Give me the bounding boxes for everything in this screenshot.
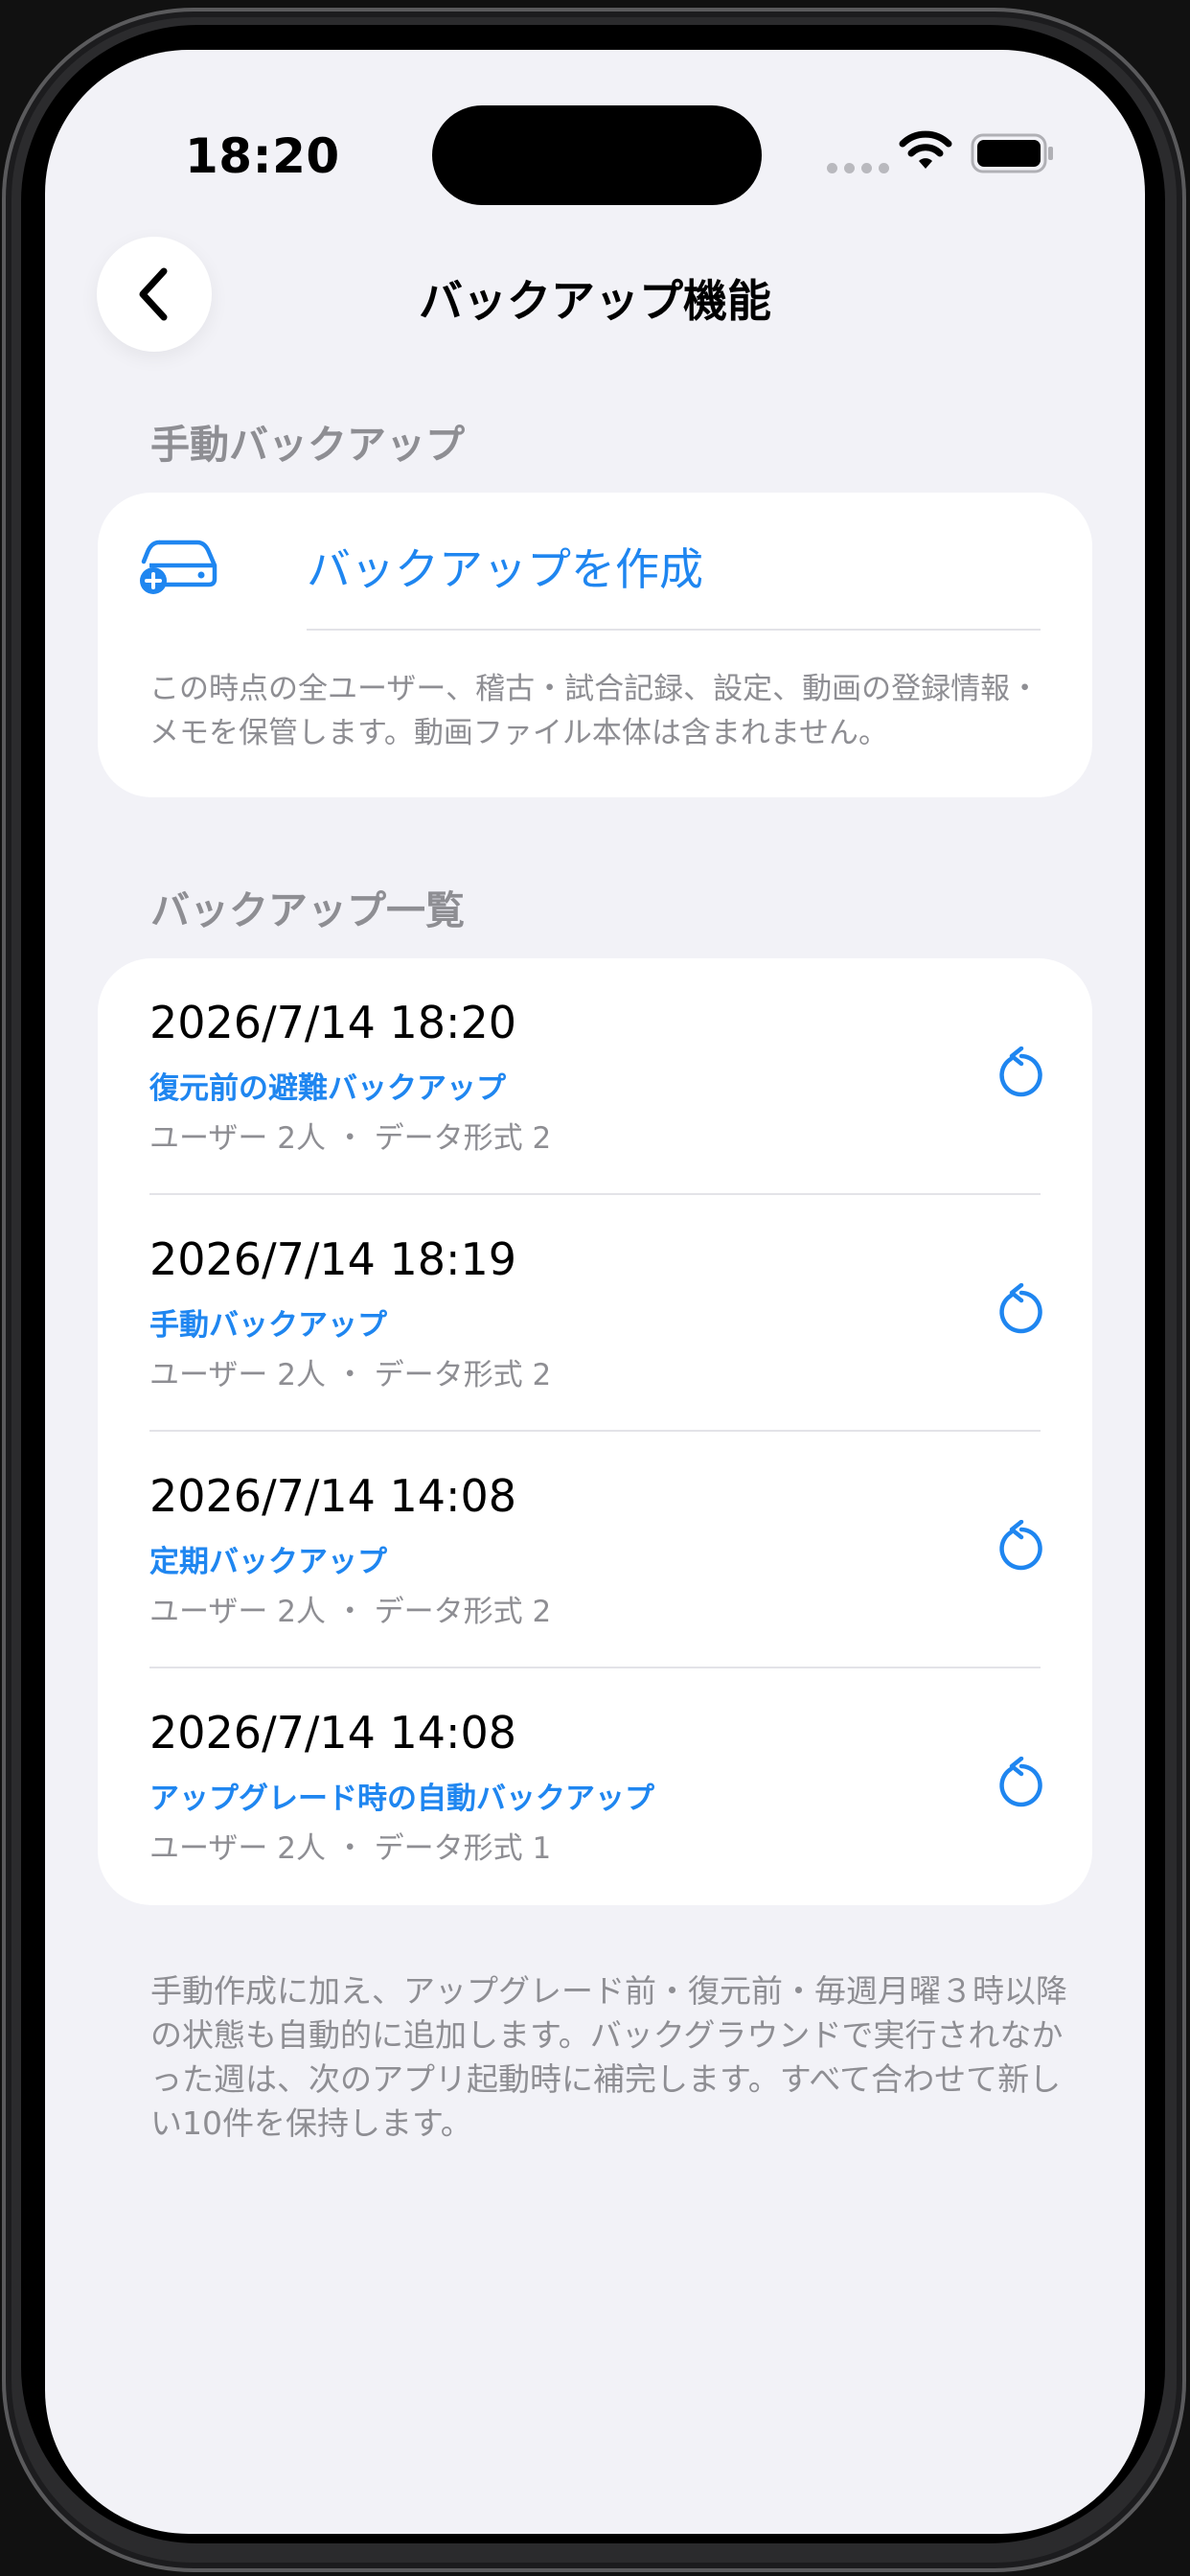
status-time: 18:20 xyxy=(185,128,340,184)
device: 18:20 バックアップ機能 手動バックアップ バックアップを作成 この時点の全… xyxy=(0,0,1190,2576)
manual-backup-description: この時点の全ユーザー、稽古・試合記録、設定、動画の登録情報・メモを保管します。動… xyxy=(149,672,1041,750)
backup-meta: ユーザー 2人 ・ データ形式 2 xyxy=(149,1358,552,1392)
backup-datetime: 2026/7/14 18:20 xyxy=(149,997,517,1048)
restore-icon[interactable] xyxy=(995,1283,1044,1337)
drive-plus-icon xyxy=(140,540,217,594)
divider xyxy=(307,629,1041,631)
battery-icon xyxy=(971,133,1053,173)
restore-icon[interactable] xyxy=(995,1046,1044,1100)
screen: 18:20 バックアップ機能 手動バックアップ バックアップを作成 この時点の全… xyxy=(45,50,1145,2534)
manual-backup-header: 手動バックアップ xyxy=(150,422,465,468)
backup-list-item[interactable]: 2026/7/14 18:19 手動バックアップ ユーザー 2人 ・ データ形式… xyxy=(98,1195,1092,1432)
backup-list-header: バックアップ一覧 xyxy=(150,887,465,933)
backup-type: 定期バックアップ xyxy=(149,1545,387,1579)
page-title: バックアップ機能 xyxy=(419,275,771,327)
backup-datetime: 2026/7/14 14:08 xyxy=(149,1707,517,1759)
backup-meta: ユーザー 2人 ・ データ形式 1 xyxy=(149,1831,552,1866)
backup-meta: ユーザー 2人 ・ データ形式 2 xyxy=(149,1595,552,1629)
backup-type: 復元前の避難バックアップ xyxy=(149,1071,506,1106)
restore-icon[interactable] xyxy=(995,1520,1044,1574)
backup-datetime: 2026/7/14 18:19 xyxy=(149,1233,517,1285)
cellular-signal-icon xyxy=(827,163,889,173)
backup-meta: ユーザー 2人 ・ データ形式 2 xyxy=(149,1121,552,1156)
backup-list-item[interactable]: 2026/7/14 14:08 アップグレード時の自動バックアップ ユーザー 2… xyxy=(98,1668,1092,1905)
backup-datetime: 2026/7/14 14:08 xyxy=(149,1470,517,1522)
backup-list-item[interactable]: 2026/7/14 18:20 復元前の避難バックアップ ユーザー 2人 ・ デ… xyxy=(98,958,1092,1195)
manual-backup-card: バックアップを作成 この時点の全ユーザー、稽古・試合記録、設定、動画の登録情報・… xyxy=(98,493,1092,797)
wifi-icon xyxy=(899,130,952,169)
backup-footer-note: 手動作成に加え、アップグレード前・復元前・毎週月曜３時以降の状態も自動的に追加し… xyxy=(150,1972,1067,2142)
dynamic-island xyxy=(432,105,762,205)
backup-list-item[interactable]: 2026/7/14 14:08 定期バックアップ ユーザー 2人 ・ データ形式… xyxy=(98,1432,1092,1668)
create-backup-button[interactable]: バックアップを作成 xyxy=(98,493,1092,632)
backup-type: 手動バックアップ xyxy=(149,1308,387,1343)
create-backup-label: バックアップを作成 xyxy=(307,543,703,595)
backup-type: アップグレード時の自動バックアップ xyxy=(149,1782,654,1816)
restore-icon[interactable] xyxy=(995,1757,1044,1810)
backup-list-card: 2026/7/14 18:20 復元前の避難バックアップ ユーザー 2人 ・ デ… xyxy=(98,958,1092,1905)
